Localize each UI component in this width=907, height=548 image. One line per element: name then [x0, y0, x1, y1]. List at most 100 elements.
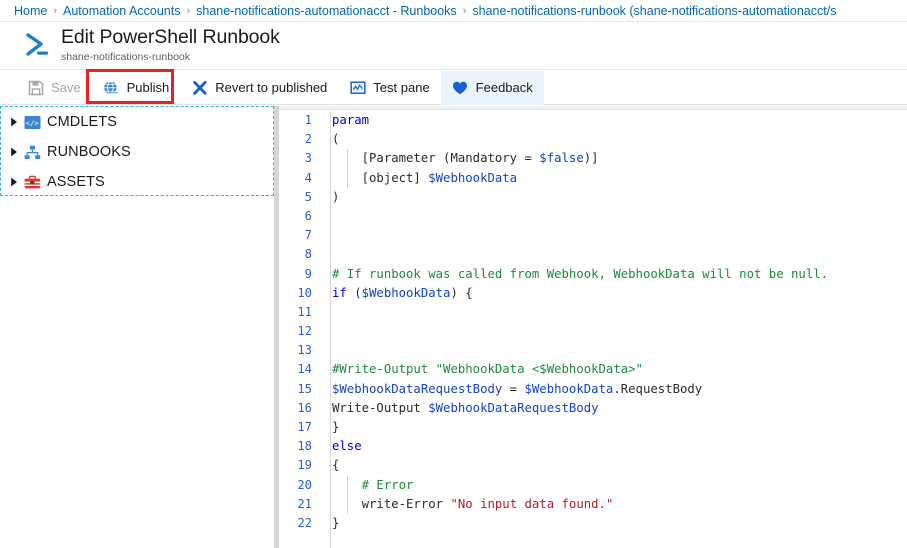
code-line[interactable]: 8: [279, 245, 907, 264]
code-token-plain: ) {: [450, 285, 473, 300]
code-line[interactable]: 17}: [279, 418, 907, 437]
breadcrumb-separator: ›: [53, 4, 58, 17]
line-number: 19: [297, 458, 312, 473]
line-number: 15: [297, 381, 312, 396]
code-line[interactable]: 5): [279, 188, 907, 207]
code-token-key: param: [332, 113, 370, 127]
page-title: Edit PowerShell Runbook: [61, 26, 280, 48]
sidebar-item-runbooks[interactable]: RUNBOOKS: [1, 137, 273, 167]
breadcrumb-item-2[interactable]: Automation Accounts: [63, 4, 180, 18]
toolbar-button-label: Revert to published: [215, 80, 328, 95]
code-token-cmt: # If runbook was called from Webhook, We…: [332, 266, 829, 281]
code-line[interactable]: 10 if ($WebhookData) {: [279, 284, 907, 303]
toolbox-icon: [23, 173, 41, 191]
line-number: 1: [304, 113, 312, 127]
code-line[interactable]: 3 [Parameter (Mandatory = $false)]: [279, 149, 907, 168]
line-number: 10: [297, 285, 312, 300]
resources-tree-pane: </> CMDLETS RUNBOOKS ASSETS: [0, 106, 274, 196]
code-token-key: else: [332, 439, 362, 454]
code-token-plain: (: [346, 285, 362, 300]
code-line-text: # If runbook was called from Webhook, We…: [321, 265, 828, 284]
code-line[interactable]: 21 write-Error "No input data found.": [279, 495, 907, 514]
svg-text:</>: </>: [25, 118, 39, 127]
sidebar-item-cmdlets[interactable]: </> CMDLETS: [1, 107, 273, 137]
code-token-var: $WebhookDataRequestBody: [332, 381, 503, 396]
breadcrumb-item-3[interactable]: shane-notifications-automationacct - Run…: [196, 4, 457, 18]
line-number: 3: [304, 151, 312, 166]
code-line-text: else: [321, 437, 362, 456]
code-token-cmt: # Error: [332, 477, 414, 492]
code-line[interactable]: 18 else: [279, 437, 907, 456]
code-token-plain: ): [332, 189, 340, 204]
page-header: Edit PowerShell Runbook shane-notificati…: [0, 23, 907, 70]
publish-button[interactable]: Publish: [92, 71, 181, 105]
line-number: 17: [297, 420, 312, 434]
code-editor[interactable]: 1 param 2(3 [Parameter (Mandatory = $false…: [279, 106, 907, 548]
hierarchy-org-icon: [23, 143, 41, 161]
code-token-plain: {: [332, 458, 340, 473]
code-line[interactable]: 15 $WebhookDataRequestBody = $WebhookData…: [279, 380, 907, 399]
feedback-button[interactable]: Feedback: [440, 70, 544, 105]
code-token-plain: }: [332, 515, 340, 530]
code-line[interactable]: 19 {: [279, 456, 907, 475]
chevron-right-icon[interactable]: [5, 173, 23, 191]
code-brackets-icon: </>: [23, 113, 41, 131]
code-line-text: param: [321, 111, 369, 130]
line-number: 7: [304, 228, 312, 243]
chevron-right-icon[interactable]: [5, 113, 23, 131]
code-token-plain: }: [332, 420, 340, 434]
code-line[interactable]: 22}: [279, 514, 907, 533]
code-token-plain: write-Error: [332, 496, 451, 511]
code-line[interactable]: 16 Write-Output $WebhookDataRequestBody: [279, 399, 907, 418]
code-line[interactable]: 2(: [279, 130, 907, 149]
code-line[interactable]: 14 #Write-Output "WebhookData <$WebhookDa…: [279, 360, 907, 379]
command-toolbar: Save Publish Revert to published Test pane F…: [0, 70, 907, 105]
editor-horizontal-scrollbar[interactable]: [279, 106, 907, 110]
code-line[interactable]: 11: [279, 303, 907, 322]
breadcrumb-item-4[interactable]: shane-notifications-runbook (shane-notif…: [472, 4, 836, 18]
code-token-str: "No input data found.": [450, 496, 614, 511]
line-number: 22: [297, 515, 312, 530]
code-token-var: $WebhookData: [361, 285, 451, 300]
code-line[interactable]: 1 param: [279, 111, 907, 130]
code-token-var: $WebhookData: [428, 170, 518, 185]
test-pane-button[interactable]: Test pane: [338, 71, 440, 105]
code-token-plain: Write-Output: [332, 400, 429, 415]
line-number: 4: [304, 170, 312, 185]
code-line[interactable]: 7: [279, 226, 907, 245]
code-line[interactable]: 9 # If runbook was called from Webhook, W…: [279, 265, 907, 284]
line-number: 20: [297, 477, 312, 492]
code-line[interactable]: 13: [279, 341, 907, 360]
publish-globe-icon: [103, 79, 120, 96]
toolbar-button-label: Save: [51, 80, 81, 95]
code-lines-container[interactable]: 1 param 2(3 [Parameter (Mandatory = $false…: [279, 111, 907, 548]
line-number: 6: [304, 208, 312, 223]
code-token-var: $WebhookDataRequestBody: [428, 400, 599, 415]
feedback-heart-icon: [452, 79, 469, 96]
breadcrumb: Home › Automation Accounts › shane-notificat…: [0, 0, 907, 22]
line-number: 8: [304, 247, 312, 262]
code-token-plain: .RequestBody: [613, 381, 703, 396]
code-token-plain: (: [332, 132, 340, 147]
code-line[interactable]: 6: [279, 207, 907, 226]
code-token-plain: )]: [583, 151, 599, 166]
code-token-plain: [Parameter (Mandatory =: [332, 151, 540, 166]
line-number: 5: [304, 189, 312, 204]
breadcrumb-separator: ›: [462, 4, 467, 17]
code-token-key: if: [332, 285, 347, 300]
code-line-text: Write-Output $WebhookDataRequestBody: [321, 399, 599, 418]
sidebar-item-assets[interactable]: ASSETS: [1, 167, 273, 197]
line-number: 11: [297, 304, 312, 319]
code-line-text: [object] $WebhookData: [321, 169, 517, 188]
code-line[interactable]: 20 # Error: [279, 476, 907, 495]
chevron-right-icon[interactable]: [5, 143, 23, 161]
line-number: 18: [297, 439, 312, 454]
breadcrumb-item-1[interactable]: Home: [14, 4, 47, 18]
code-line[interactable]: 12: [279, 322, 907, 341]
code-line[interactable]: 4 [object] $WebhookData: [279, 169, 907, 188]
revert-to-published-button[interactable]: Revert to published: [180, 71, 338, 105]
line-number: 2: [304, 132, 312, 147]
line-number: 12: [297, 324, 312, 339]
indent-guide: [347, 475, 348, 515]
toolbar-button-label: Feedback: [475, 80, 533, 95]
